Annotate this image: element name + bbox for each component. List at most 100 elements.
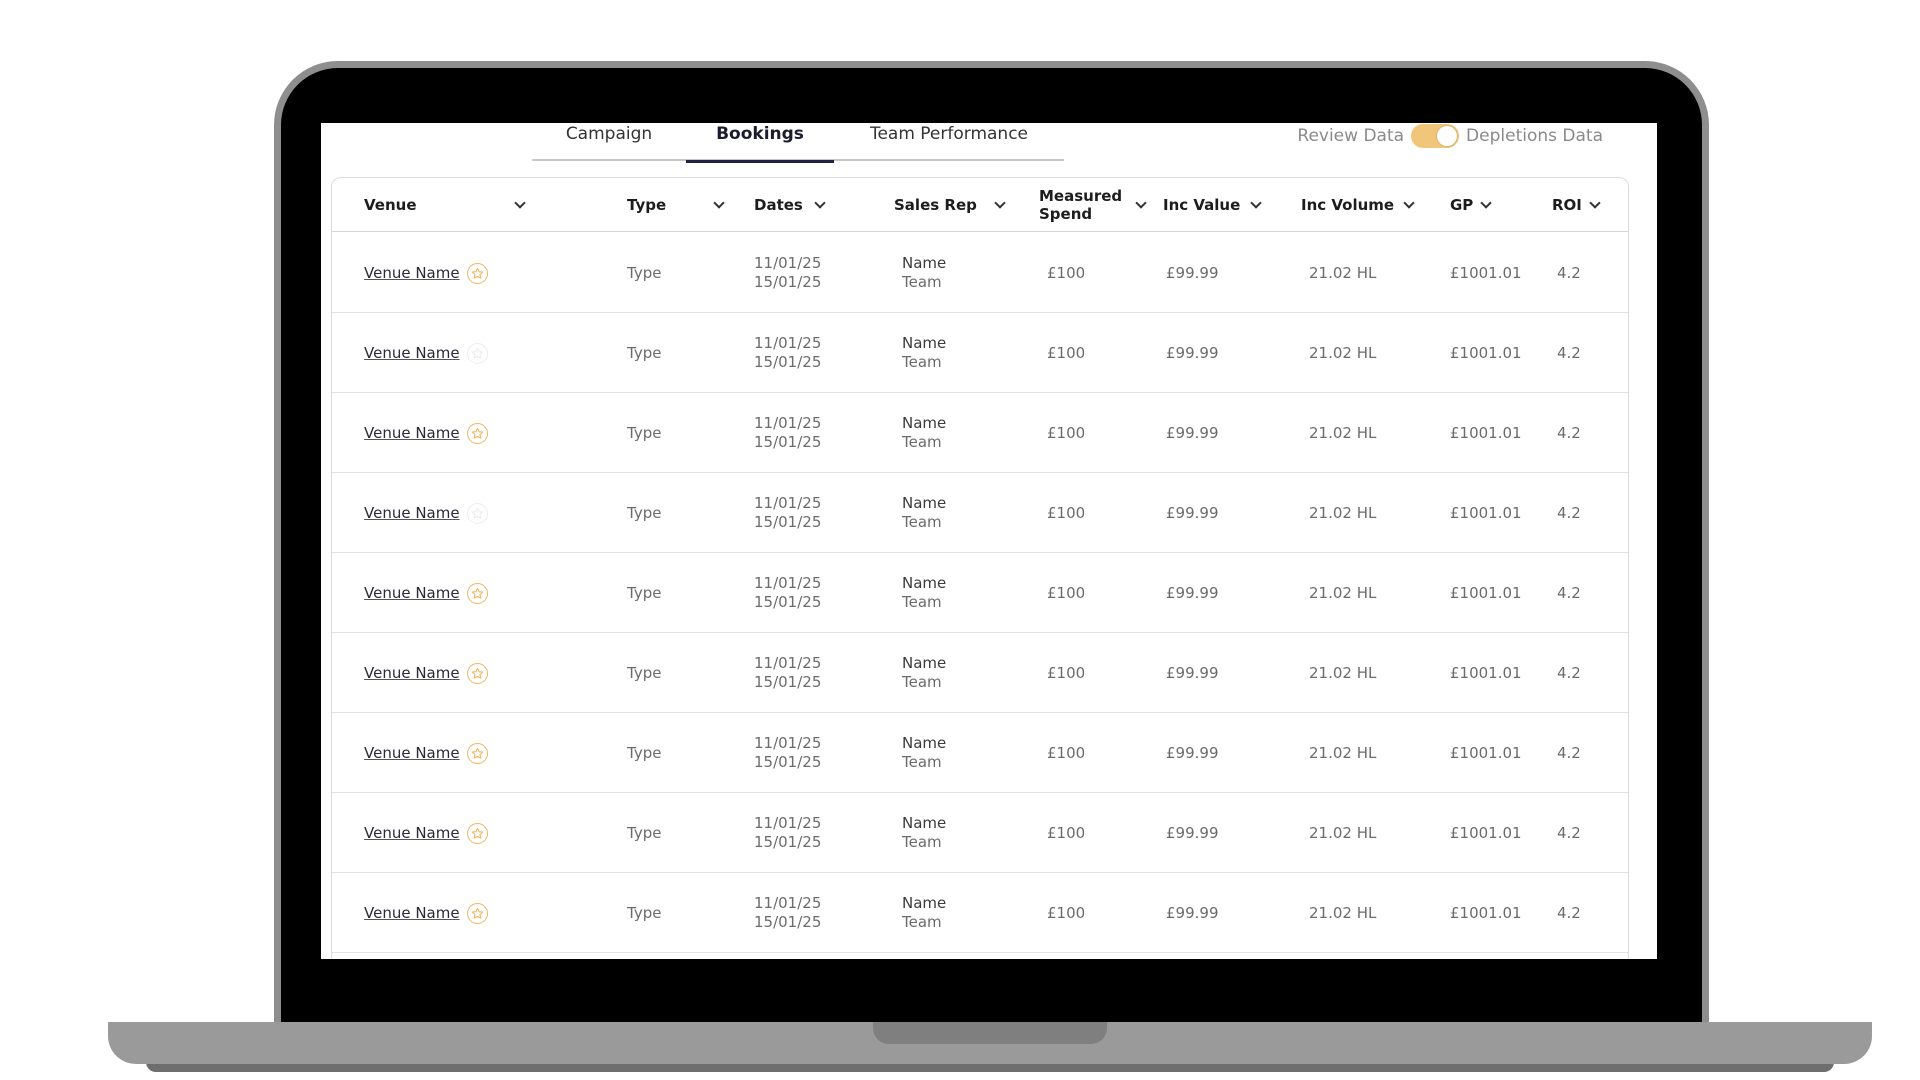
venue-link[interactable]: Venue Name	[364, 504, 460, 523]
inc-volume: 21.02 HL	[1309, 903, 1377, 922]
column-header-inc-value[interactable]: Inc Value	[1163, 178, 1262, 232]
star-icon[interactable]	[466, 662, 488, 684]
venue-cell: Venue Name	[364, 473, 488, 553]
roi-cell: 4.2	[1557, 473, 1581, 553]
inc-volume: 21.02 HL	[1309, 423, 1377, 442]
tab-campaign[interactable]: Campaign	[532, 123, 686, 161]
table-row: Venue Name Type 11/01/25 15/01/25 Name Team £1…	[332, 473, 1628, 553]
venue-link[interactable]: Venue Name	[364, 824, 460, 843]
column-header-roi[interactable]: ROI	[1552, 178, 1601, 232]
star-icon[interactable]	[466, 822, 488, 844]
star-icon[interactable]	[466, 582, 488, 604]
dates-cell: 11/01/25 15/01/25	[754, 313, 821, 393]
start-date: 11/01/25	[754, 654, 822, 672]
sales-rep-cell: Name Team	[902, 393, 946, 473]
inc-volume: 21.02 HL	[1309, 583, 1377, 602]
gp-cell: £1001.01	[1450, 233, 1522, 313]
dates-cell: 11/01/25 15/01/25	[754, 873, 821, 953]
column-header-gp[interactable]: GP	[1450, 178, 1492, 232]
venue-cell: Venue Name	[364, 233, 488, 313]
column-header-sales-rep[interactable]: Sales Rep	[894, 178, 1006, 232]
column-header-dates[interactable]: Dates	[754, 178, 826, 232]
rep-name: Name	[902, 894, 947, 912]
rep-name: Name	[902, 414, 947, 432]
inc-value-cell: £99.99	[1166, 793, 1219, 873]
toggle-label-depletions: Depletions Data	[1466, 126, 1603, 146]
column-header-type[interactable]: Type	[627, 178, 725, 232]
roi-value: 4.2	[1557, 583, 1581, 602]
chevron-down-icon	[1250, 196, 1262, 209]
type-cell: Type	[627, 873, 661, 953]
venue-cell: Venue Name	[364, 633, 488, 713]
star-icon[interactable]	[466, 262, 488, 284]
gp-cell: £1001.01	[1450, 553, 1522, 633]
star-icon[interactable]	[466, 902, 488, 924]
rep-team: Team	[902, 673, 942, 691]
data-source-switch[interactable]	[1411, 124, 1460, 148]
column-label: ROI	[1552, 196, 1582, 214]
sales-rep-cell: Name Team	[902, 473, 946, 553]
gp-cell: £1001.01	[1450, 793, 1522, 873]
type-value: Type	[627, 743, 662, 762]
gp-cell: £1001.01	[1450, 713, 1522, 793]
column-header-venue[interactable]: Venue	[364, 178, 526, 232]
inc-volume-cell: 21.02 HL	[1309, 233, 1376, 313]
dates-cell: 11/01/25 15/01/25	[754, 473, 821, 553]
start-date: 11/01/25	[754, 254, 822, 272]
star-icon[interactable]	[466, 422, 488, 444]
end-date: 15/01/25	[754, 353, 822, 371]
inc-value-cell: £99.99	[1166, 393, 1219, 473]
tab-team-performance[interactable]: Team Performance	[834, 123, 1064, 161]
inc-value-cell: £99.99	[1166, 873, 1219, 953]
roi-value: 4.2	[1557, 503, 1581, 522]
sales-rep-cell: Name Team	[902, 873, 946, 953]
column-header-measured-spend[interactable]: Measured Spend	[1039, 178, 1147, 232]
rep-name: Name	[902, 254, 947, 272]
venue-link[interactable]: Venue Name	[364, 584, 460, 603]
inc-volume: 21.02 HL	[1309, 823, 1377, 842]
gp-cell: £1001.01	[1450, 313, 1522, 393]
star-icon[interactable]	[466, 502, 488, 524]
sales-rep-cell: Name Team	[902, 233, 946, 313]
dates-cell: 11/01/25 15/01/25	[754, 793, 821, 873]
venue-link[interactable]: Venue Name	[364, 664, 460, 683]
inc-value: £99.99	[1166, 663, 1219, 682]
type-cell: Type	[627, 233, 661, 313]
sales-rep-cell: Name Team	[902, 313, 946, 393]
venue-link[interactable]: Venue Name	[364, 744, 460, 763]
venue-link[interactable]: Venue Name	[364, 904, 460, 923]
table-row: Venue Name Type 11/01/25 15/01/25 Name Team £1…	[332, 633, 1628, 713]
star-icon[interactable]	[466, 742, 488, 764]
roi-value: 4.2	[1557, 823, 1581, 842]
venue-link[interactable]: Venue Name	[364, 264, 460, 283]
start-date: 11/01/25	[754, 334, 822, 352]
inc-value: £99.99	[1166, 343, 1219, 362]
rep-name: Name	[902, 654, 947, 672]
sales-rep-cell: Name Team	[902, 553, 946, 633]
roi-cell: 4.2	[1557, 233, 1581, 313]
venue-link[interactable]: Venue Name	[364, 344, 460, 363]
rep-team: Team	[902, 593, 942, 611]
star-icon[interactable]	[466, 342, 488, 364]
venue-cell: Venue Name	[364, 313, 488, 393]
inc-value-cell: £99.99	[1166, 313, 1219, 393]
column-header-inc-volume[interactable]: Inc Volume	[1301, 178, 1415, 232]
type-cell: Type	[627, 713, 661, 793]
venue-link[interactable]: Venue Name	[364, 424, 460, 443]
tab-bookings[interactable]: Bookings	[686, 123, 834, 163]
roi-value: 4.2	[1557, 343, 1581, 362]
column-label: Type	[627, 196, 667, 214]
column-label: Dates	[754, 196, 803, 214]
measured-spend-cell: £100	[1047, 713, 1085, 793]
measured-spend-cell: £100	[1047, 393, 1085, 473]
inc-value-cell: £99.99	[1166, 633, 1219, 713]
tab-bar: Campaign Bookings Team Performance	[532, 123, 1064, 163]
spend-value: £100	[1047, 823, 1086, 842]
type-value: Type	[627, 343, 662, 362]
inc-volume-cell: 21.02 HL	[1309, 553, 1376, 633]
inc-value-cell: £99.99	[1166, 233, 1219, 313]
gp-cell: £1001.01	[1450, 473, 1522, 553]
type-value: Type	[627, 583, 662, 602]
column-label: Measured Spend	[1039, 187, 1123, 223]
roi-cell: 4.2	[1557, 793, 1581, 873]
